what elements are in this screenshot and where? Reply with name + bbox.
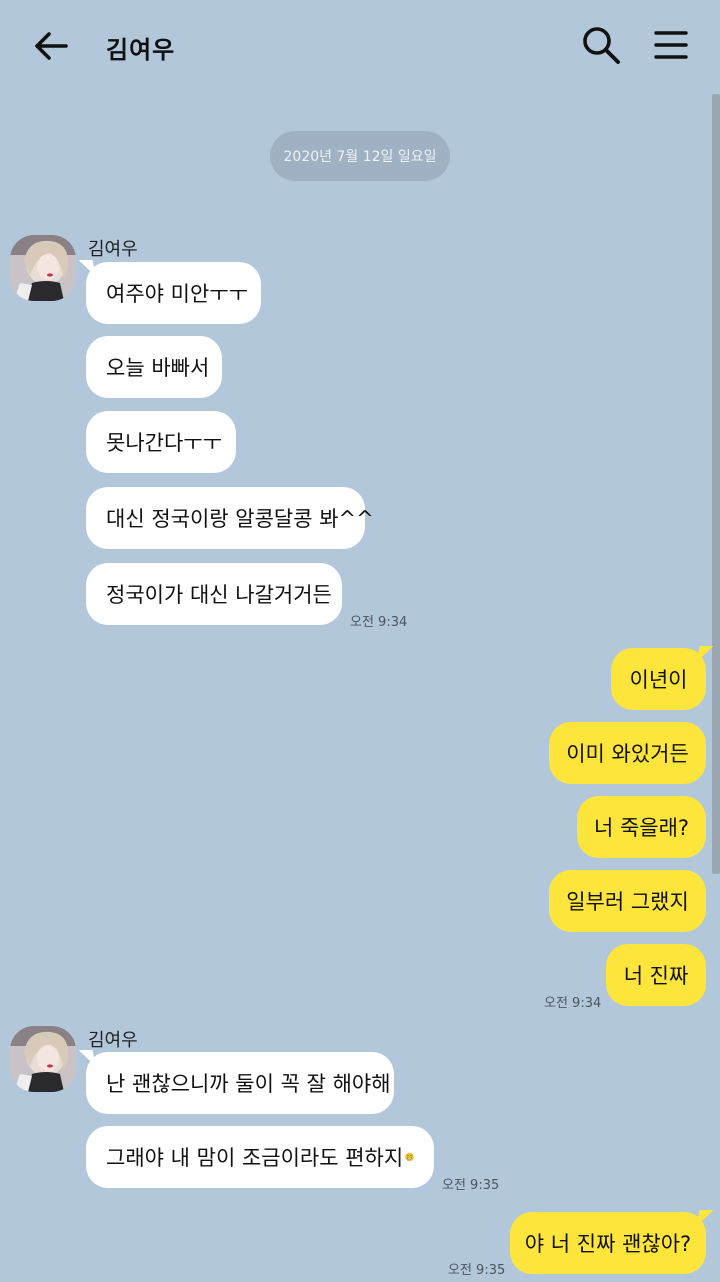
scrollbar[interactable] [712, 94, 720, 874]
message-timestamp: 오전 9:35 [442, 1178, 500, 1193]
incoming-message-bubble[interactable]: 그래야 내 맘이 조금이라도 편하지 [86, 1126, 434, 1188]
avatar-image [10, 1026, 76, 1092]
chat-title: 김여우 [106, 36, 176, 64]
incoming-message-bubble[interactable]: 여주야 미안ㅜㅜ [86, 262, 261, 324]
profile-avatar[interactable] [10, 235, 76, 301]
message-text: 이미 와있거든 [566, 742, 689, 766]
message-text: 일부러 그랬지 [566, 890, 689, 914]
message-text: 그래야 내 맘이 조금이라도 편하지 [106, 1146, 404, 1170]
profile-avatar[interactable] [10, 1026, 76, 1092]
message-timestamp: 오전 9:35 [448, 1263, 506, 1278]
outgoing-message-bubble[interactable]: 이미 와있거든 [549, 722, 706, 784]
incoming-message-bubble[interactable]: 난 괜찮으니까 둘이 꼭 잘 해야해 [86, 1052, 394, 1114]
message-text: 대신 정국이랑 알콩달콩 봐^^ [106, 507, 374, 531]
message-text: 못나간다ㅜㅜ [106, 431, 222, 455]
outgoing-message-bubble[interactable]: 너 죽을래? [577, 796, 706, 858]
avatar-image [10, 235, 76, 301]
incoming-message-bubble[interactable]: 못나간다ㅜㅜ [86, 411, 236, 473]
message-timestamp: 오전 9:34 [350, 615, 408, 630]
message-timestamp: 오전 9:34 [544, 996, 602, 1011]
outgoing-message-bubble[interactable]: 이년이 [611, 648, 706, 710]
message-text: 정국이가 대신 나갈거거든 [106, 583, 332, 607]
message-text: 너 진짜 [623, 964, 689, 988]
message-text: 난 괜찮으니까 둘이 꼭 잘 해야해 [106, 1072, 391, 1096]
grinning-face-emoji-icon [405, 1152, 414, 1162]
message-text: 여주야 미안ㅜㅜ [106, 282, 248, 306]
chat-header: 김여우 [0, 0, 720, 90]
outgoing-message-bubble[interactable]: 너 진짜 [606, 944, 706, 1006]
outgoing-message-bubble[interactable]: 야 너 진짜 괜찮아? [510, 1212, 706, 1274]
search-icon[interactable] [580, 24, 622, 66]
sender-name: 김여우 [88, 1030, 138, 1051]
incoming-message-bubble[interactable]: 정국이가 대신 나갈거거든 [86, 563, 342, 625]
message-text: 이년이 [629, 668, 688, 692]
message-text: 야 너 진짜 괜찮아? [524, 1232, 692, 1256]
date-divider: 2020년 7월 12일 일요일 [270, 131, 450, 181]
hamburger-menu-icon[interactable] [652, 26, 690, 64]
incoming-message-bubble[interactable]: 대신 정국이랑 알콩달콩 봐^^ [86, 487, 374, 549]
back-arrow-icon[interactable] [30, 26, 70, 66]
message-text: 오늘 바빠서 [106, 356, 210, 380]
incoming-message-bubble[interactable]: 오늘 바빠서 [86, 336, 222, 398]
sender-name: 김여우 [88, 239, 138, 260]
outgoing-message-bubble[interactable]: 일부러 그랬지 [549, 870, 706, 932]
message-text: 너 죽을래? [593, 816, 690, 840]
